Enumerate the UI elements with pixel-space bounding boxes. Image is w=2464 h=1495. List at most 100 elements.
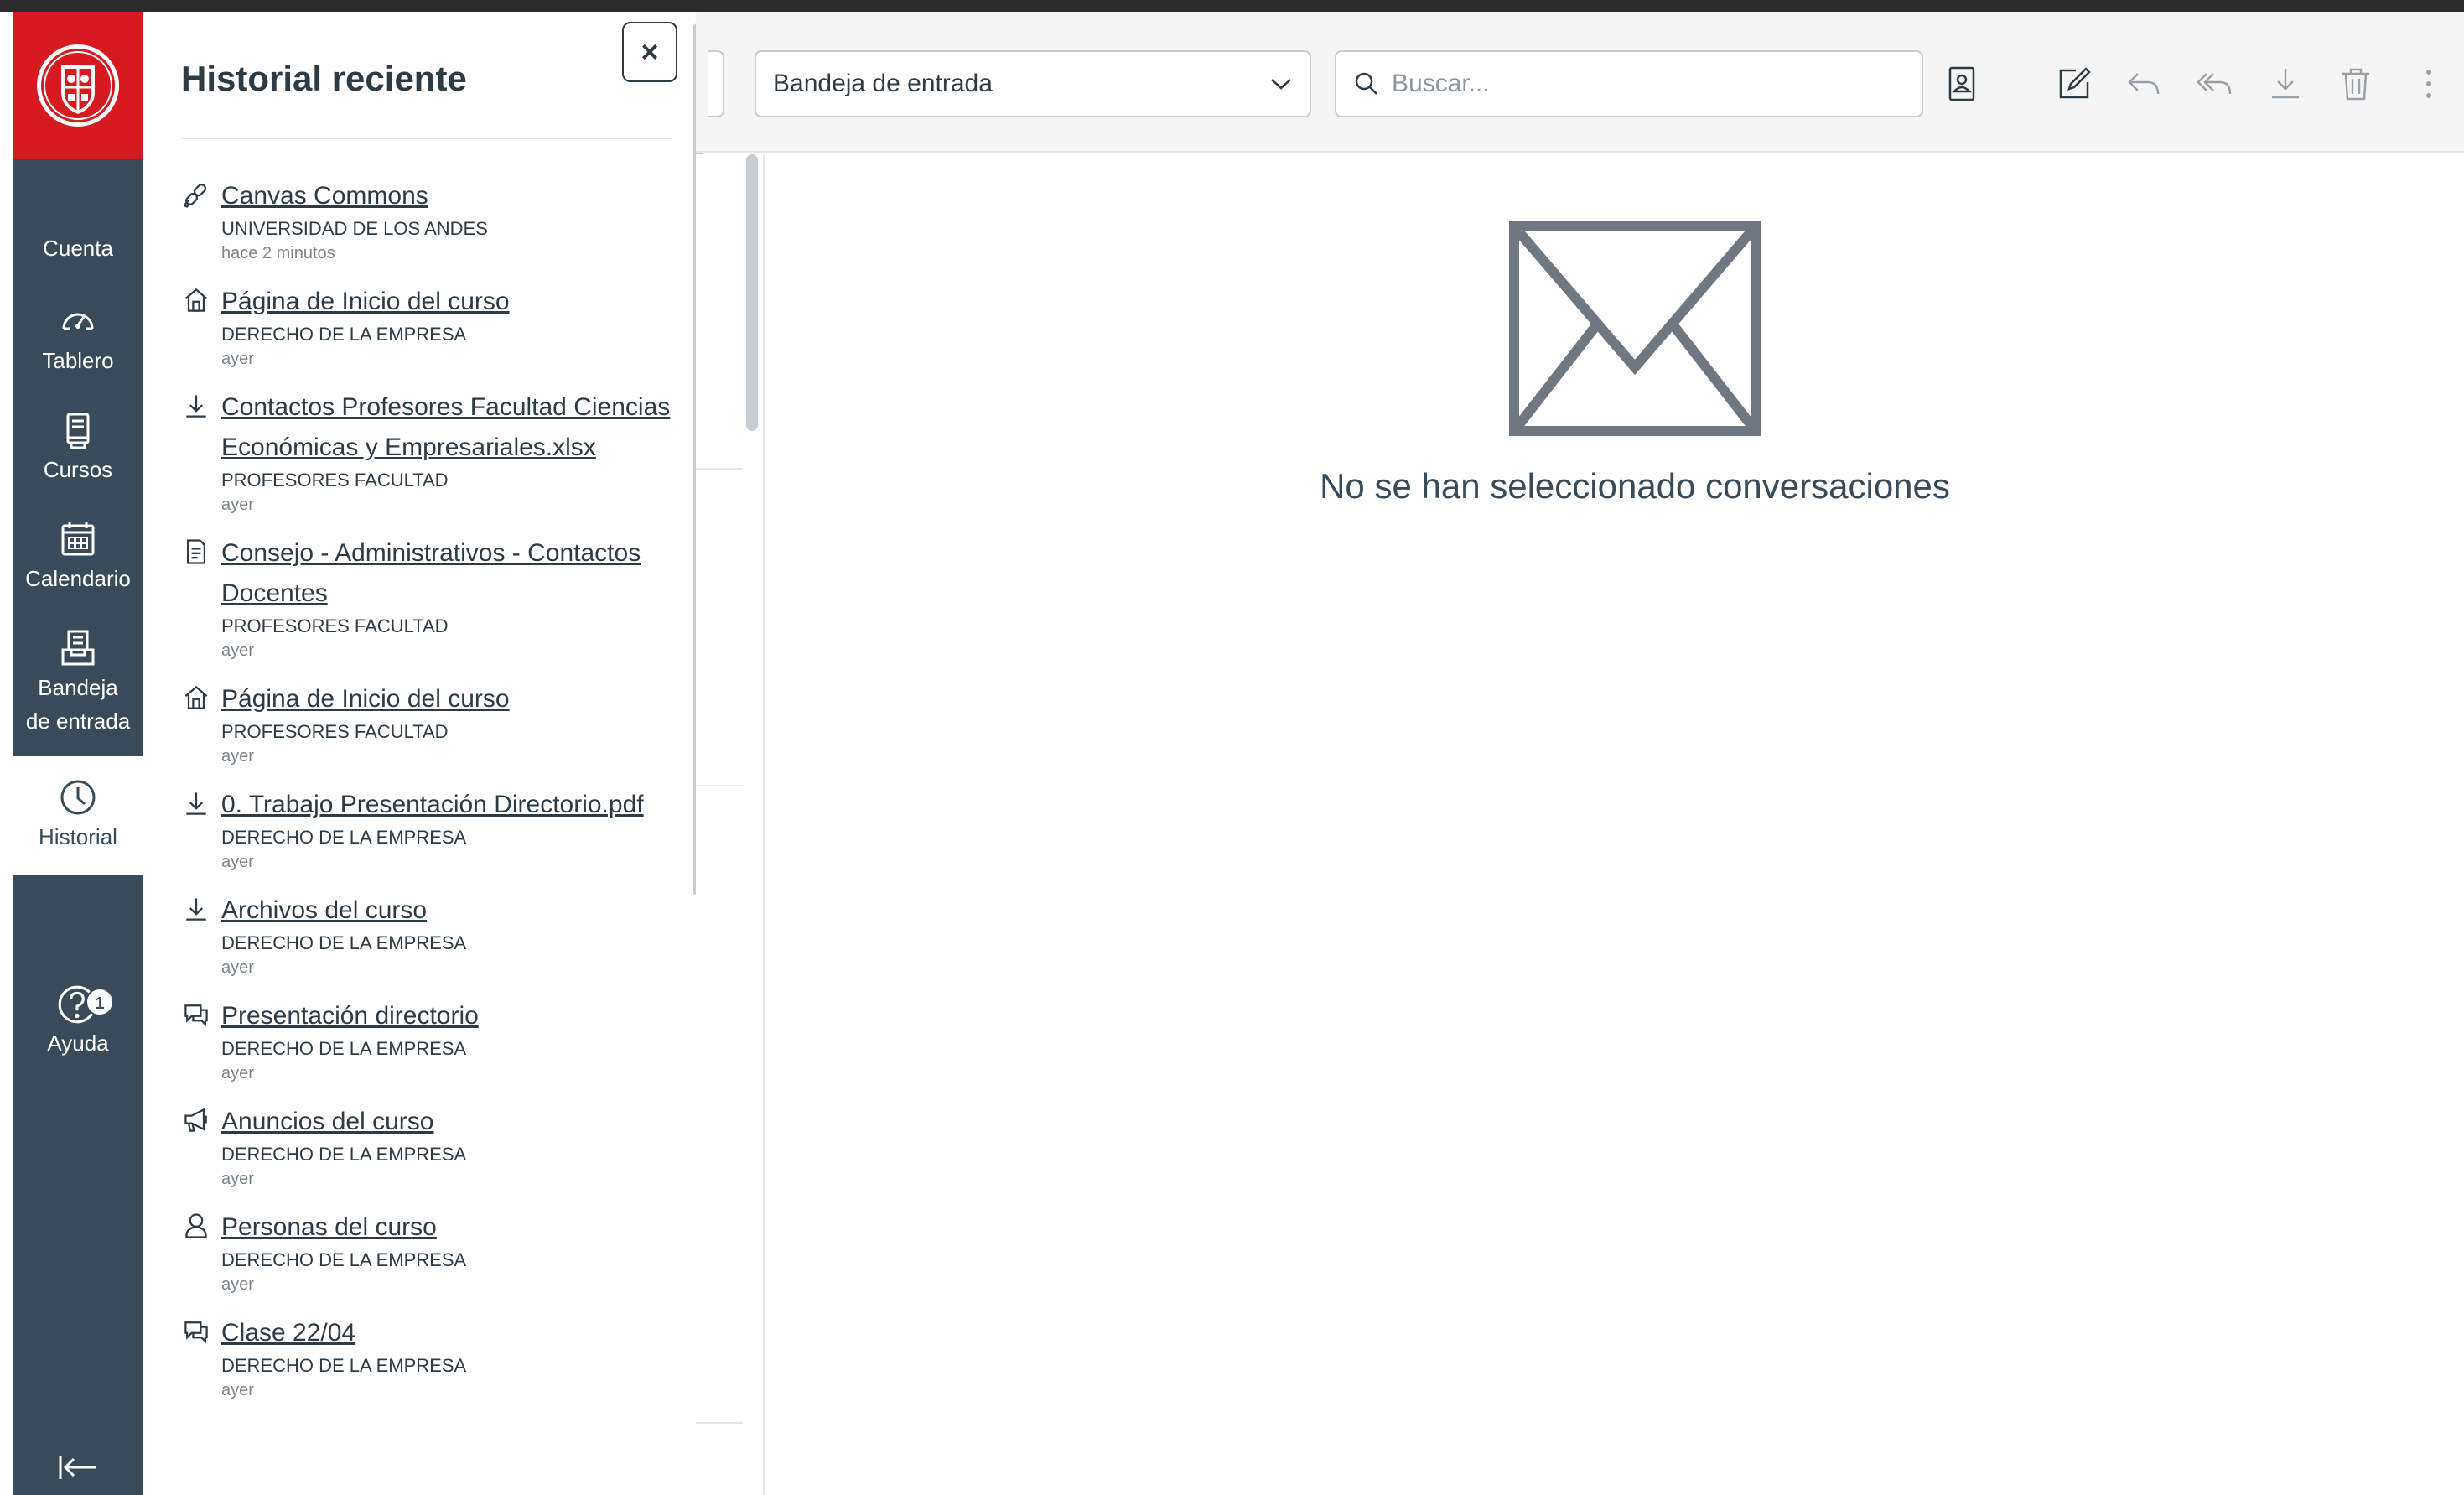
- history-item-course: DERECHO DE LA EMPRESA: [221, 932, 467, 953]
- search-input[interactable]: [1392, 70, 1905, 98]
- close-icon: ×: [641, 34, 659, 69]
- history-item: Anuncios del curso DERECHO DE LA EMPRESA…: [181, 1102, 684, 1191]
- divider: [696, 785, 743, 786]
- user-icon: [185, 1213, 207, 1238]
- link-icon: [184, 184, 207, 208]
- divider: [696, 1422, 743, 1424]
- history-item-time: hace 2 minutos: [221, 244, 335, 262]
- history-item: Archivos del curso DERECHO DE LA EMPRESA…: [181, 890, 684, 979]
- nav-item-label: Cuenta: [43, 236, 113, 261]
- history-item: Personas del curso DERECHO DE LA EMPRESA…: [181, 1207, 684, 1296]
- search-field[interactable]: [1335, 50, 1923, 117]
- download-icon: [186, 898, 206, 921]
- history-item-time: ayer: [221, 496, 254, 514]
- history-item-link[interactable]: Archivos del curso: [221, 890, 684, 931]
- mailbox-select[interactable]: Bandeja de entrada: [755, 50, 1311, 117]
- history-item: Clase 22/04 DERECHO DE LA EMPRESA ayer: [181, 1313, 684, 1402]
- inbox-icon: [61, 630, 95, 666]
- history-item-link[interactable]: Canvas Commons: [221, 176, 684, 216]
- history-item: Canvas Commons UNIVERSIDAD DE LOS ANDES …: [181, 176, 684, 265]
- history-item-link[interactable]: Página de Inicio del curso: [221, 679, 684, 719]
- nav-item-help[interactable]: 1 Ayuda: [13, 979, 143, 1060]
- address-book-button[interactable]: [1940, 62, 1984, 106]
- global-navigation: Cuenta Tablero Cursos Calendario Bandeja…: [13, 12, 143, 1495]
- history-item: 0. Trabajo Presentación Directorio.pdf D…: [181, 785, 684, 874]
- discussion-icon: [184, 1004, 208, 1027]
- reply-all-icon: [2197, 73, 2232, 95]
- window-left-edge: [0, 12, 13, 1495]
- nav-item-dashboard[interactable]: Tablero: [13, 300, 143, 377]
- nav-item-label: Cursos: [43, 457, 113, 482]
- history-item-course: PROFESORES FACULTAD: [221, 470, 449, 491]
- history-item-time: ayer: [221, 958, 254, 977]
- history-item-time: ayer: [221, 853, 254, 871]
- history-item-course: UNIVERSIDAD DE LOS ANDES: [221, 218, 488, 239]
- window-top-border: [0, 0, 2464, 12]
- university-seal-icon: [37, 44, 119, 127]
- delete-icon: [2342, 68, 2369, 101]
- archive-icon: [2272, 69, 2299, 99]
- history-item-link[interactable]: Personas del curso: [221, 1207, 684, 1248]
- history-item: Página de Inicio del curso PROFESORES FA…: [181, 679, 684, 768]
- nav-item-label: Ayuda: [47, 1030, 109, 1056]
- nav-item-history[interactable]: Historial: [13, 756, 143, 875]
- reply-button[interactable]: [2123, 62, 2166, 106]
- nav-item-account[interactable]: Cuenta: [13, 231, 143, 265]
- university-logo[interactable]: [13, 12, 143, 159]
- history-item-time: ayer: [221, 747, 254, 766]
- collapse-nav-button[interactable]: [55, 1449, 101, 1486]
- nav-item-courses[interactable]: Cursos: [13, 409, 143, 486]
- history-list: Canvas Commons UNIVERSIDAD DE LOS ANDES …: [181, 176, 684, 1419]
- history-tray: Historial reciente × Canvas Commons UNIV…: [143, 12, 703, 1495]
- mailbox-select-value: Bandeja de entrada: [773, 70, 993, 97]
- history-item-course: DERECHO DE LA EMPRESA: [221, 324, 467, 345]
- nav-item-label: Tablero: [42, 348, 114, 373]
- collapse-nav-icon: [59, 1456, 96, 1479]
- history-item-course: DERECHO DE LA EMPRESA: [221, 827, 467, 848]
- reply-all-button[interactable]: [2193, 62, 2237, 106]
- history-item-course: DERECHO DE LA EMPRESA: [221, 1355, 467, 1376]
- history-item-course: DERECHO DE LA EMPRESA: [221, 1038, 467, 1059]
- history-item-link[interactable]: Anuncios del curso: [221, 1102, 684, 1142]
- close-tray-button[interactable]: ×: [622, 22, 677, 82]
- download-icon: [186, 792, 206, 815]
- more-options-button[interactable]: [2416, 62, 2441, 106]
- course-filter-select[interactable]: [708, 50, 724, 117]
- nav-item-calendar[interactable]: Calendario: [13, 518, 143, 595]
- history-item-course: PROFESORES FACULTAD: [221, 615, 449, 636]
- history-item-link[interactable]: Contactos Profesores Facultad Ciencias E…: [221, 387, 684, 468]
- compose-button[interactable]: [2052, 62, 2096, 106]
- history-item: Página de Inicio del curso DERECHO DE LA…: [181, 282, 684, 371]
- compose-icon: [2059, 67, 2091, 99]
- chevron-down-icon: [1271, 79, 1291, 90]
- history-icon: [60, 780, 96, 815]
- history-item-time: ayer: [221, 1275, 254, 1294]
- help-badge: 1: [86, 988, 114, 1016]
- history-item-link[interactable]: Consejo - Administrativos - Contactos Do…: [221, 533, 684, 614]
- divider: [696, 468, 743, 470]
- history-item: Consejo - Administrativos - Contactos Do…: [181, 533, 684, 662]
- delete-button[interactable]: [2334, 62, 2378, 106]
- divider: [181, 138, 672, 139]
- inbox-toolbar: Bandeja de entrada: [696, 12, 2464, 153]
- history-item-link[interactable]: Página de Inicio del curso: [221, 282, 684, 322]
- history-item-time: ayer: [221, 641, 254, 660]
- history-item-link[interactable]: Clase 22/04: [221, 1313, 684, 1353]
- home-icon: [184, 288, 208, 312]
- history-item-course: DERECHO DE LA EMPRESA: [221, 1144, 467, 1165]
- home-icon: [184, 685, 208, 709]
- conversation-list: [696, 154, 765, 1495]
- nav-item-label: Bandeja de entrada: [25, 675, 131, 734]
- archive-button[interactable]: [2264, 62, 2307, 106]
- discussion-icon: [184, 1321, 208, 1344]
- download-icon: [186, 395, 206, 418]
- address-book-icon: [1948, 66, 1975, 101]
- nav-item-label: Historial: [39, 824, 117, 849]
- tray-title: Historial reciente: [181, 59, 467, 98]
- nav-item-inbox[interactable]: Bandeja de entrada: [13, 627, 143, 738]
- history-item-link[interactable]: 0. Trabajo Presentación Directorio.pdf: [221, 785, 684, 825]
- conversation-list-scrollbar[interactable]: [746, 154, 758, 431]
- history-item-link[interactable]: Presentación directorio: [221, 996, 684, 1036]
- search-icon: [1355, 72, 1377, 95]
- history-item-time: ayer: [221, 1170, 254, 1188]
